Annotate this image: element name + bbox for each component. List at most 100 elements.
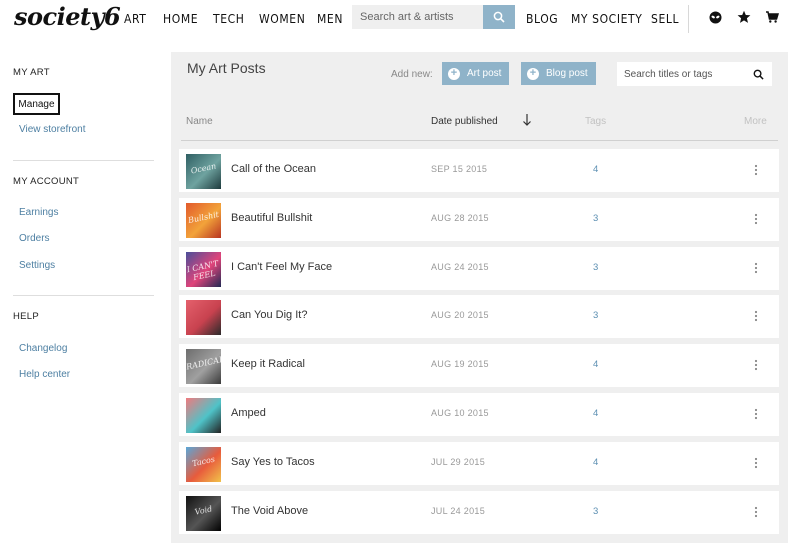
art-thumbnail[interactable]: I CAN'T FEEL bbox=[186, 251, 221, 287]
alien-icon[interactable] bbox=[707, 9, 723, 25]
star-icon[interactable] bbox=[736, 9, 752, 25]
table-row[interactable]: Can You Dig It? AUG 20 2015 3 bbox=[179, 295, 779, 339]
more-options-icon[interactable] bbox=[749, 210, 763, 228]
add-blog-post-button[interactable]: + Blog post bbox=[521, 62, 596, 85]
search-input[interactable] bbox=[352, 5, 484, 29]
top-bar: society6 ART HOME TECH WOMEN MEN BLOG MY… bbox=[0, 0, 800, 36]
art-thumbnail[interactable] bbox=[186, 398, 221, 433]
column-header-tags: Tags bbox=[585, 116, 607, 127]
thumbnail-text: RADICAL bbox=[186, 354, 221, 372]
art-thumbnail[interactable]: Bullshit bbox=[186, 202, 221, 238]
row-title[interactable]: The Void Above bbox=[231, 505, 308, 517]
table-row[interactable]: Void The Void Above JUL 24 2015 3 bbox=[179, 490, 779, 534]
nav-tech[interactable]: TECH bbox=[213, 12, 244, 26]
row-tags-count[interactable]: 4 bbox=[593, 359, 598, 370]
row-title[interactable]: Can You Dig It? bbox=[231, 309, 307, 321]
thumbnail-text: Ocean bbox=[189, 161, 217, 176]
thumbnail-text: Void bbox=[193, 503, 214, 517]
row-date: AUG 24 2015 bbox=[431, 261, 489, 272]
row-title[interactable]: Amped bbox=[231, 407, 266, 419]
row-date: SEP 15 2015 bbox=[431, 164, 488, 174]
art-thumbnail[interactable]: RADICAL bbox=[186, 349, 221, 385]
row-tags-count[interactable]: 3 bbox=[593, 506, 598, 517]
search-icon[interactable] bbox=[751, 67, 765, 81]
sidebar-item-help-center[interactable]: Help center bbox=[19, 369, 70, 380]
nav-women[interactable]: WOMEN bbox=[259, 12, 305, 26]
header-divider bbox=[181, 140, 778, 141]
sidebar-divider bbox=[13, 295, 154, 296]
row-date: AUG 10 2015 bbox=[431, 408, 489, 418]
sidebar-item-earnings[interactable]: Earnings bbox=[19, 207, 58, 218]
add-new-label: Add new: bbox=[391, 69, 433, 80]
row-tags-count[interactable]: 3 bbox=[593, 262, 598, 273]
table-row[interactable]: Amped AUG 10 2015 4 bbox=[179, 393, 779, 436]
thumbnail-text: I CAN'T FEEL bbox=[186, 258, 220, 282]
row-title[interactable]: Call of the Ocean bbox=[231, 163, 316, 175]
table-row[interactable]: Ocean Call of the Ocean SEP 15 2015 4 bbox=[179, 149, 779, 192]
table-row[interactable]: RADICAL Keep it Radical AUG 19 2015 4 bbox=[179, 344, 779, 388]
table-row[interactable]: Bullshit Beautiful Bullshit AUG 28 2015 3 bbox=[179, 197, 779, 241]
page-title: My Art Posts bbox=[187, 60, 266, 76]
more-options-icon[interactable] bbox=[749, 356, 763, 374]
sidebar-heading-my-account: MY ACCOUNT bbox=[13, 176, 80, 187]
sort-down-arrow-icon[interactable] bbox=[521, 113, 533, 127]
title-search-input[interactable] bbox=[617, 62, 772, 86]
column-header-more: More bbox=[744, 116, 767, 127]
nav-my-society[interactable]: MY SOCIETY bbox=[571, 12, 642, 26]
column-header-name[interactable]: Name bbox=[186, 116, 213, 127]
add-art-post-button[interactable]: + Art post bbox=[442, 62, 510, 85]
more-options-icon[interactable] bbox=[749, 503, 763, 521]
plus-icon: + bbox=[527, 67, 539, 80]
row-tags-count[interactable]: 4 bbox=[593, 408, 598, 419]
table-row[interactable]: I CAN'T FEEL I Can't Feel My Face AUG 24 2… bbox=[179, 246, 779, 290]
art-thumbnail[interactable]: Ocean bbox=[186, 154, 221, 189]
row-tags-count[interactable]: 4 bbox=[593, 457, 598, 468]
top-divider bbox=[688, 5, 689, 33]
sidebar-item-orders[interactable]: Orders bbox=[19, 233, 50, 244]
row-date: AUG 20 2015 bbox=[431, 310, 489, 321]
column-header-date[interactable]: Date published bbox=[431, 116, 498, 127]
sidebar-heading-help: HELP bbox=[13, 311, 40, 322]
row-date: JUL 29 2015 bbox=[431, 456, 486, 467]
art-thumbnail[interactable]: Tacos bbox=[186, 446, 221, 482]
thumbnail-text bbox=[186, 404, 220, 411]
nav-sell[interactable]: SELL bbox=[651, 12, 679, 26]
sidebar-item-changelog[interactable]: Changelog bbox=[19, 343, 67, 354]
add-art-post-label: Art post bbox=[467, 68, 502, 79]
row-date: JUL 24 2015 bbox=[431, 505, 486, 516]
main-panel: My Art Posts Add new: + Art post + Blog … bbox=[171, 52, 788, 543]
nav-blog[interactable]: BLOG bbox=[526, 12, 558, 26]
more-options-icon[interactable] bbox=[749, 259, 763, 277]
thumbnail-text: Tacos bbox=[191, 454, 216, 469]
cart-icon[interactable] bbox=[764, 9, 780, 25]
row-title[interactable]: Keep it Radical bbox=[231, 358, 305, 370]
sidebar-item-settings[interactable]: Settings bbox=[19, 260, 55, 271]
sidebar-heading-my-art: MY ART bbox=[13, 67, 50, 78]
more-options-icon[interactable] bbox=[749, 307, 763, 325]
nav-men[interactable]: MEN bbox=[317, 12, 343, 26]
society6-logo[interactable]: society6 bbox=[14, 2, 121, 31]
table-row[interactable]: Tacos Say Yes to Tacos JUL 29 2015 4 bbox=[179, 441, 779, 485]
row-title[interactable]: Beautiful Bullshit bbox=[231, 212, 312, 224]
more-options-icon[interactable] bbox=[749, 405, 763, 423]
thumbnail-text: Bullshit bbox=[187, 209, 220, 225]
sidebar-item-manage[interactable]: Manage bbox=[13, 93, 60, 115]
row-tags-count[interactable]: 4 bbox=[593, 164, 598, 175]
nav-art[interactable]: ART bbox=[124, 12, 146, 26]
row-tags-count[interactable]: 3 bbox=[593, 310, 598, 321]
sidebar-item-view-storefront[interactable]: View storefront bbox=[19, 124, 86, 135]
more-options-icon[interactable] bbox=[749, 161, 763, 179]
search-button[interactable] bbox=[483, 5, 515, 29]
row-tags-count[interactable]: 3 bbox=[593, 213, 598, 224]
add-blog-post-label: Blog post bbox=[546, 68, 588, 79]
nav-home[interactable]: HOME bbox=[163, 12, 198, 26]
plus-icon: + bbox=[448, 67, 460, 80]
art-thumbnail[interactable] bbox=[186, 300, 221, 336]
more-options-icon[interactable] bbox=[749, 454, 763, 472]
art-thumbnail[interactable]: Void bbox=[186, 495, 221, 531]
row-date: AUG 19 2015 bbox=[431, 359, 489, 370]
row-title[interactable]: Say Yes to Tacos bbox=[231, 456, 315, 468]
row-date: AUG 28 2015 bbox=[431, 212, 489, 223]
row-title[interactable]: I Can't Feel My Face bbox=[231, 261, 332, 273]
search-icon bbox=[493, 11, 505, 23]
